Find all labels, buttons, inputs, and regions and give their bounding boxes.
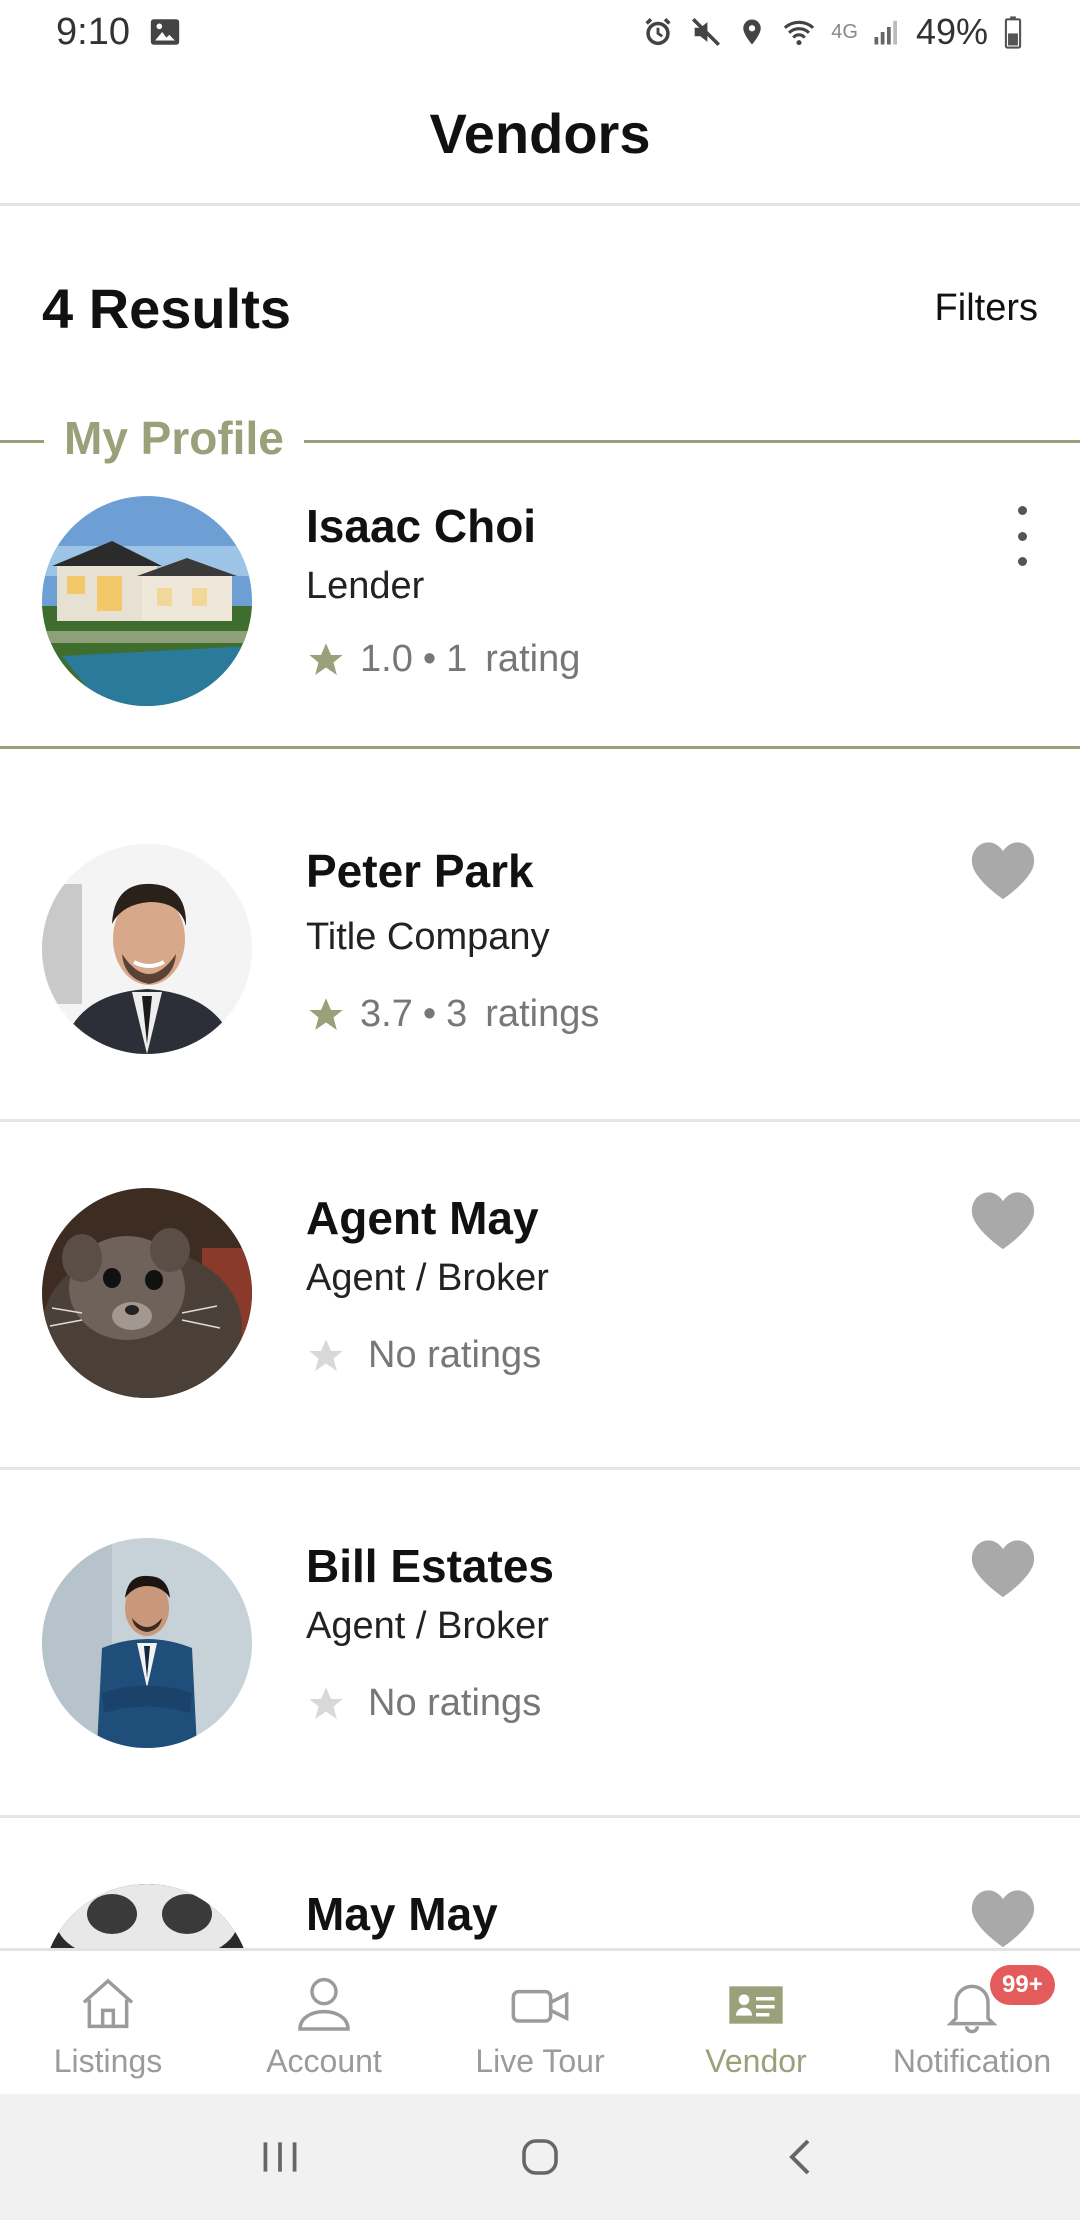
back-button[interactable] [760,2127,840,2187]
battery-icon [1002,15,1024,49]
heart-icon[interactable] [968,1536,1038,1600]
star-empty-icon [309,1338,343,1371]
status-left: 9:10 [56,11,182,54]
nav-label: Account [266,2043,382,2079]
status-bar: 9:10 4G 49% [0,0,1080,64]
vendor-info: Peter Park Title Company 3.7 • 3 ratings [306,841,599,1036]
vendor-info: Agent May Agent / Broker No ratings [306,1188,549,1377]
vendor-info: May May [306,1884,498,1944]
id-card-icon [729,1986,783,2024]
star-filled-icon [309,642,343,675]
nav-item-vendor[interactable]: Vendor [648,1951,864,2094]
man-in-suit-photo [42,844,252,1054]
recent-apps-icon [263,2142,297,2172]
back-chevron-icon [789,2139,810,2175]
star-empty-icon [309,1686,343,1719]
avatar [42,1188,252,1398]
heart-icon[interactable] [968,1886,1038,1948]
nav-label: Vendor [705,2043,807,2079]
home-circle-icon [522,2139,558,2175]
header: Vendors [0,64,1080,206]
vendor-role: Title Company [306,916,550,958]
image-notification-icon [148,15,182,49]
location-icon [737,15,767,49]
vendor-role: Lender [306,565,425,607]
filters-button[interactable]: Filters [935,287,1038,330]
avatar [42,1538,252,1748]
rating-count: 3 [446,993,468,1035]
vendor-card[interactable]: Bill Estates Agent / Broker No ratings [0,1470,1080,1815]
signal-icon [872,16,902,48]
avatar [42,844,252,1054]
notification-badge: 99+ [990,1965,1055,2005]
vendor-rating: No ratings [306,1682,554,1725]
vendor-rating: 1.0 • 1 rating [306,638,580,681]
status-right: 4G 49% [641,11,1024,53]
vendor-rating: No ratings [306,1334,549,1377]
vendor-name: Bill Estates [306,1540,554,1592]
video-camera-icon [511,1989,569,2023]
nav-item-live-tour[interactable]: Live Tour [432,1951,648,2094]
network-type: 4G [831,20,858,43]
heart-icon[interactable] [968,838,1038,902]
vendor-name: Agent May [306,1192,539,1244]
vendor-name: Peter Park [306,845,534,897]
home-button[interactable] [500,2127,580,2187]
nav-item-listings[interactable]: Listings [0,1951,216,2094]
nav-label: Notification [892,2043,1052,2079]
vendor-name: Isaac Choi [306,500,537,552]
recent-apps-button[interactable] [240,2127,320,2187]
vendor-rating: 3.7 • 3 ratings [306,993,599,1036]
more-options-icon[interactable] [1010,506,1034,566]
bottom-nav: Listings Account Live Tour Vendor Notifi… [0,1948,1080,2094]
nav-item-notification[interactable]: Notification 99+ [864,1951,1080,2094]
vendor-info: Isaac Choi Lender 1.0 • 1 rating [306,496,580,681]
results-row: 4 Results Filters [42,258,1038,358]
rating-value: 1.0 [360,638,413,680]
animal-photo-2 [42,1884,252,1948]
nav-item-account[interactable]: Account [216,1951,432,2094]
no-ratings-label: No ratings [368,1334,542,1376]
star-filled-icon [309,997,343,1030]
battery-percent: 49% [915,11,988,52]
vendor-name: May May [306,1888,498,1940]
heart-icon[interactable] [968,1188,1038,1252]
vendor-role: Agent / Broker [306,1605,549,1647]
rating-word: rating [485,638,581,680]
system-nav-bar [0,2094,1080,2220]
home-icon [82,1978,134,2029]
rating-separator: • [422,993,437,1035]
rating-value: 3.7 [360,993,413,1035]
my-profile-header: My Profile [0,400,1080,476]
house-photo [42,496,252,706]
rating-count: 1 [446,638,468,680]
animal-photo [42,1188,252,1398]
results-count: 4 Results [42,276,291,340]
alarm-icon [641,15,675,49]
my-profile-card[interactable]: Isaac Choi Lender 1.0 • 1 rating [0,476,1080,746]
vendor-card[interactable]: Agent May Agent / Broker No ratings [0,1122,1080,1467]
no-ratings-label: No ratings [368,1682,542,1724]
mute-icon [689,15,723,49]
avatar [42,1884,252,1948]
vendor-role: Agent / Broker [306,1257,549,1299]
rating-word: ratings [485,993,600,1035]
wifi-icon [781,15,817,49]
vendor-info: Bill Estates Agent / Broker No ratings [306,1536,554,1725]
nav-label: Live Tour [475,2043,605,2079]
vendor-card[interactable]: Peter Park Title Company 3.7 • 3 ratings [0,749,1080,1119]
nav-label: Listings [53,2043,163,2079]
rating-separator: • [422,638,437,680]
my-profile-label: My Profile [44,400,304,476]
avatar [42,496,252,706]
man-in-blue-suit-photo [42,1538,252,1748]
person-icon [298,1977,350,2031]
vendor-card[interactable]: May May [0,1818,1080,1948]
status-time: 9:10 [56,10,130,53]
page-title: Vendors [429,102,651,165]
